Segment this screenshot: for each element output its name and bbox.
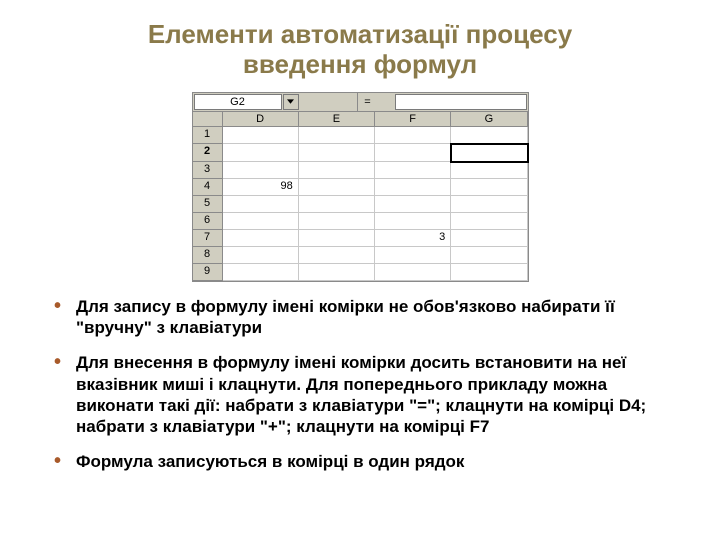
cell-D5[interactable] xyxy=(223,196,299,213)
col-header[interactable]: E xyxy=(299,112,375,127)
row-header[interactable]: 5 xyxy=(193,196,223,213)
cell-G2[interactable] xyxy=(450,143,528,163)
bullet-item: Для внесення в формулу імені комірки дос… xyxy=(54,352,678,437)
cell-E4[interactable] xyxy=(299,179,375,196)
cell-D7[interactable] xyxy=(223,230,299,247)
bullet-item: Для запису в формулу імені комірки не об… xyxy=(54,296,678,339)
cell-F4[interactable] xyxy=(375,179,451,196)
cell-G4[interactable] xyxy=(451,179,527,196)
cell-F5[interactable] xyxy=(375,196,451,213)
cell-F3[interactable] xyxy=(375,162,451,179)
cell-F7[interactable]: 3 xyxy=(375,230,451,247)
row-header[interactable]: 7 xyxy=(193,230,223,247)
col-header[interactable]: F xyxy=(375,112,451,127)
row-header[interactable]: 6 xyxy=(193,213,223,230)
formula-equals[interactable]: = xyxy=(357,93,394,111)
row-header[interactable]: 9 xyxy=(193,264,223,281)
cell-G6[interactable] xyxy=(451,213,527,230)
cell-F6[interactable] xyxy=(375,213,451,230)
cell-G1[interactable] xyxy=(451,127,527,144)
name-box[interactable]: G2 xyxy=(194,94,282,110)
col-header[interactable]: G xyxy=(451,112,527,127)
slide-title: Елементи автоматизації процесу введення … xyxy=(36,20,684,80)
cell-D9[interactable] xyxy=(223,264,299,281)
cell-E9[interactable] xyxy=(299,264,375,281)
cell-E6[interactable] xyxy=(299,213,375,230)
col-header[interactable]: D xyxy=(223,112,299,127)
cell-F1[interactable] xyxy=(375,127,451,144)
row-header[interactable]: 2 xyxy=(193,144,223,162)
row-header[interactable]: 4 xyxy=(193,179,223,196)
cell-G5[interactable] xyxy=(451,196,527,213)
chevron-down-icon xyxy=(287,99,294,104)
cell-D3[interactable] xyxy=(223,162,299,179)
title-line-2: введення формул xyxy=(243,49,477,79)
bullet-list: Для запису в формулу імені комірки не об… xyxy=(36,296,684,473)
cell-E5[interactable] xyxy=(299,196,375,213)
formula-bar-row: G2 = xyxy=(193,93,528,112)
cell-G3[interactable] xyxy=(451,162,527,179)
cell-D6[interactable] xyxy=(223,213,299,230)
cell-F8[interactable] xyxy=(375,247,451,264)
cell-D1[interactable] xyxy=(223,127,299,144)
cell-E2[interactable] xyxy=(299,144,375,162)
title-line-1: Елементи автоматизації процесу xyxy=(148,19,572,49)
row-header[interactable]: 8 xyxy=(193,247,223,264)
cell-G7[interactable] xyxy=(451,230,527,247)
cell-G9[interactable] xyxy=(451,264,527,281)
excel-screenshot: G2 = D E F G 1 2 3 4 98 5 xyxy=(192,92,529,282)
cell-D4[interactable]: 98 xyxy=(223,179,299,196)
cell-E8[interactable] xyxy=(299,247,375,264)
select-all-corner[interactable] xyxy=(193,112,223,127)
cell-D2[interactable] xyxy=(223,144,299,162)
cell-E1[interactable] xyxy=(299,127,375,144)
cell-G8[interactable] xyxy=(451,247,527,264)
formula-input[interactable] xyxy=(395,94,526,110)
bullet-item: Формула записуються в комірці в один ряд… xyxy=(54,451,678,472)
cell-D8[interactable] xyxy=(223,247,299,264)
row-header[interactable]: 1 xyxy=(193,127,223,144)
toolbar-gap xyxy=(299,93,358,111)
name-box-dropdown[interactable] xyxy=(283,94,299,110)
cell-F9[interactable] xyxy=(375,264,451,281)
cell-E7[interactable] xyxy=(299,230,375,247)
cell-F2[interactable] xyxy=(375,144,451,162)
row-header[interactable]: 3 xyxy=(193,162,223,179)
spreadsheet-grid: D E F G 1 2 3 4 98 5 6 7 xyxy=(193,112,528,281)
cell-E3[interactable] xyxy=(299,162,375,179)
